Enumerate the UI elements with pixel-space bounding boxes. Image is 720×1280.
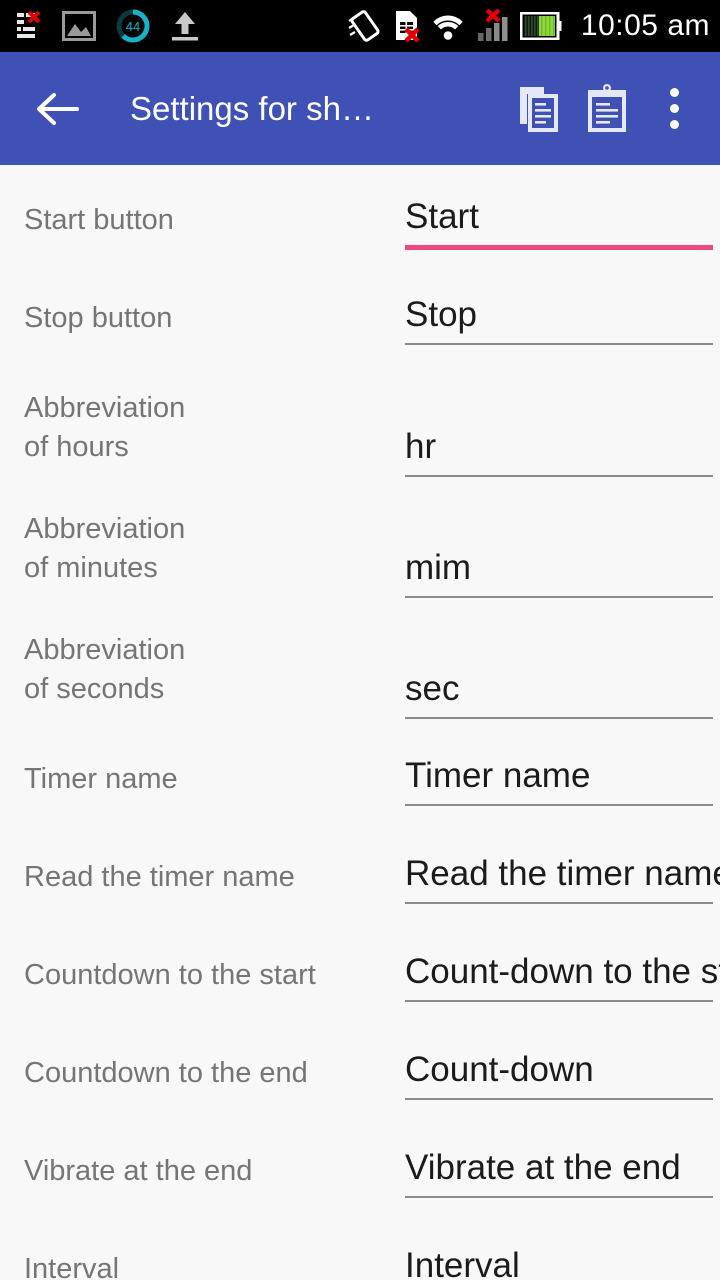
overflow-dot xyxy=(669,104,679,113)
wifi-icon xyxy=(430,11,466,41)
setting-input-value: Start xyxy=(405,197,479,236)
setting-label: Countdown to the start xyxy=(24,959,316,991)
setting-label: Abbreviation of hours xyxy=(24,392,186,463)
setting-row: Abbreviation of minutes mim xyxy=(0,490,720,611)
screen-rotation-icon xyxy=(348,9,382,43)
setting-input-value: Count-down to the start xyxy=(405,952,720,991)
overflow-menu-icon[interactable] xyxy=(654,81,694,137)
setting-input[interactable]: Vibrate at the end xyxy=(405,1124,720,1198)
status-bar: 44 10:05 am xyxy=(0,0,720,52)
setting-input[interactable]: Read the timer name xyxy=(405,830,720,904)
settings-list: Start button Start Stop button Stop Abbrevia… xyxy=(0,165,720,1280)
setting-row: Vibrate at the end Vibrate at the end xyxy=(0,1124,720,1222)
setting-input-value: Timer name xyxy=(405,756,591,795)
setting-label: Vibrate at the end xyxy=(24,1155,253,1187)
setting-input[interactable]: hr xyxy=(405,369,720,477)
setting-input-value: Vibrate at the end xyxy=(405,1148,681,1187)
image-icon xyxy=(62,11,96,41)
setting-input-underline xyxy=(405,596,713,598)
setting-input-underline xyxy=(405,1000,713,1002)
copy-icon[interactable] xyxy=(512,82,566,136)
setting-input-value: Stop xyxy=(405,295,477,334)
setting-row: Timer name Timer name xyxy=(0,732,720,830)
status-bar-clock: 10:05 am xyxy=(580,9,710,42)
setting-row: Interval Interval xyxy=(0,1222,720,1280)
download-progress-icon: 44 xyxy=(116,9,150,43)
status-bar-right-icons: 10:05 am xyxy=(348,8,710,43)
setting-label: Stop button xyxy=(24,302,173,334)
setting-input[interactable]: Timer name xyxy=(405,732,720,806)
setting-row: Abbreviation of seconds sec xyxy=(0,611,720,732)
setting-label: Read the timer name xyxy=(24,861,295,893)
setting-row: Stop button Stop xyxy=(0,271,720,369)
setting-input-underline xyxy=(405,343,713,345)
phone-screen: 44 10:05 am Settings for sh… Start butto… xyxy=(0,0,720,1280)
setting-label: Interval xyxy=(24,1253,120,1280)
overflow-dot xyxy=(669,120,679,129)
download-progress-label: 44 xyxy=(126,19,140,34)
setting-input[interactable]: sec xyxy=(405,611,720,719)
setting-row: Read the timer name Read the timer name xyxy=(0,830,720,928)
setting-input[interactable]: mim xyxy=(405,490,720,598)
setting-label: Abbreviation of minutes xyxy=(24,513,186,584)
setting-input[interactable]: Start xyxy=(405,173,720,250)
setting-row: Abbreviation of hours hr xyxy=(0,369,720,490)
setting-label: Timer name xyxy=(24,763,178,795)
upload-icon xyxy=(170,10,200,42)
status-bar-left-icons: 44 xyxy=(16,9,200,43)
setting-input-underline xyxy=(405,717,713,719)
app-bar: Settings for sh… xyxy=(0,52,720,165)
overflow-dot xyxy=(669,88,679,97)
cellular-no-service-icon xyxy=(475,8,511,43)
setting-label: Countdown to the end xyxy=(24,1057,308,1089)
sync-error-icon xyxy=(16,10,42,41)
setting-input[interactable]: Interval xyxy=(405,1222,720,1280)
setting-input-value: Interval xyxy=(405,1246,520,1280)
setting-label: Start button xyxy=(24,204,174,236)
setting-input-value: Count-down xyxy=(405,1050,594,1089)
battery-icon xyxy=(519,11,562,41)
setting-input-value: sec xyxy=(405,669,460,708)
setting-input-underline xyxy=(405,804,713,806)
setting-input-underline xyxy=(405,902,713,904)
setting-input-underline xyxy=(405,1196,713,1198)
sim-card-error-icon xyxy=(391,9,421,43)
page-title: Settings for sh… xyxy=(130,89,374,127)
setting-input-underline-focused xyxy=(405,245,713,250)
setting-input-value: Read the timer name xyxy=(405,854,720,893)
setting-row: Start button Start xyxy=(0,173,720,271)
back-arrow-icon[interactable] xyxy=(34,86,80,132)
setting-input-value: mim xyxy=(405,548,472,587)
setting-row: Countdown to the end Count-down xyxy=(0,1026,720,1124)
setting-label: Abbreviation of seconds xyxy=(24,634,186,705)
setting-input[interactable]: Stop xyxy=(405,271,720,345)
setting-input-underline xyxy=(405,475,713,477)
setting-input-value: hr xyxy=(405,427,437,466)
setting-input[interactable]: Count-down xyxy=(405,1026,720,1100)
setting-row: Countdown to the start Count-down to the … xyxy=(0,928,720,1026)
paste-icon[interactable] xyxy=(580,82,634,136)
setting-input-underline xyxy=(405,1098,713,1100)
setting-input[interactable]: Count-down to the start xyxy=(405,928,720,1002)
